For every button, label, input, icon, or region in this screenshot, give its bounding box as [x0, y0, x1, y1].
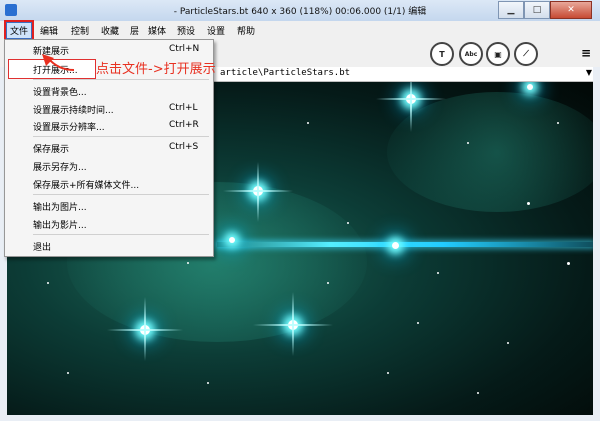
menu-item-export-image[interactable]: 输出为图片...: [33, 200, 87, 213]
frame-bottom: [0, 415, 600, 421]
path-text: article\ParticleStars.bt: [220, 68, 351, 78]
star: [567, 262, 570, 265]
title-bar: - ParticleStars.bt 640 x 360 (118%) 00:0…: [0, 0, 600, 22]
menu-item-save-all-media[interactable]: 保存展示+所有媒体文件...: [33, 178, 139, 191]
annotation-callout: 点击文件->打开展示: [96, 62, 216, 77]
star: [47, 282, 49, 284]
star: [327, 282, 329, 284]
wand-icon[interactable]: ⟋: [514, 42, 538, 66]
star: [387, 372, 389, 374]
shortcut-label: Ctrl+N: [169, 44, 200, 54]
menu-item-set-bg-color[interactable]: 设置背景色...: [33, 85, 87, 98]
menu-item-save-as[interactable]: 展示另存为...: [33, 160, 87, 173]
menu-item-set-duration[interactable]: 设置展示持续时间...: [33, 103, 114, 116]
menu-separator: [33, 234, 209, 235]
window-controls: ▁ □ ✕: [498, 1, 592, 19]
menu-separator: [33, 136, 209, 137]
shortcut-label: Ctrl+S: [169, 142, 199, 152]
menu-media[interactable]: 媒体: [148, 24, 166, 37]
star: [187, 262, 189, 264]
spellcheck-icon[interactable]: Abc: [459, 42, 483, 66]
text-icon[interactable]: T: [430, 42, 454, 66]
star: [467, 142, 469, 144]
star-flare: [410, 82, 412, 132]
annotation-arrow-icon: [42, 54, 75, 71]
menu-separator: [33, 194, 209, 195]
star: [417, 322, 419, 324]
menu-layer[interactable]: 层: [130, 24, 139, 37]
menu-file[interactable]: 文件: [3, 20, 35, 41]
menu-icon[interactable]: ≡: [581, 46, 591, 60]
minimize-button[interactable]: ▁: [498, 1, 524, 19]
nebula-glow: [387, 92, 593, 212]
star: [207, 382, 209, 384]
star: [437, 272, 439, 274]
menu-edit[interactable]: 编辑: [40, 24, 58, 37]
bright-star: [527, 84, 533, 90]
star: [307, 122, 309, 124]
shortcut-label: Ctrl+L: [169, 103, 198, 113]
close-button[interactable]: ✕: [550, 1, 592, 19]
maximize-button[interactable]: □: [524, 1, 550, 19]
menu-item-save[interactable]: 保存展示: [33, 142, 69, 155]
star-flare: [144, 297, 146, 361]
star-flare: [257, 162, 259, 222]
menu-settings[interactable]: 设置: [207, 24, 225, 37]
menu-item-export-video[interactable]: 输出为影片...: [33, 218, 87, 231]
star: [527, 202, 530, 205]
star: [67, 372, 69, 374]
menu-item-exit[interactable]: 退出: [33, 240, 51, 253]
dropdown-arrow-icon[interactable]: ▼: [586, 68, 592, 77]
menu-bar: 文件 编辑 控制 收藏 层 媒体 预设 设置 帮助: [0, 20, 600, 41]
bright-star: [392, 242, 399, 249]
menu-help[interactable]: 帮助: [237, 24, 255, 37]
star-flare: [292, 292, 294, 356]
light-beam: [217, 242, 593, 247]
menu-presets[interactable]: 预设: [177, 24, 195, 37]
menu-item-set-resolution[interactable]: 设置展示分辨率...: [33, 120, 105, 133]
star: [477, 392, 479, 394]
shortcut-label: Ctrl+R: [169, 120, 199, 130]
image-icon[interactable]: ▣: [486, 42, 510, 66]
star: [507, 342, 509, 344]
star: [347, 222, 349, 224]
star: [557, 122, 559, 124]
menu-control[interactable]: 控制: [71, 24, 89, 37]
frame-right: [593, 67, 600, 421]
menu-favorites[interactable]: 收藏: [101, 24, 119, 37]
bright-star: [229, 237, 235, 243]
